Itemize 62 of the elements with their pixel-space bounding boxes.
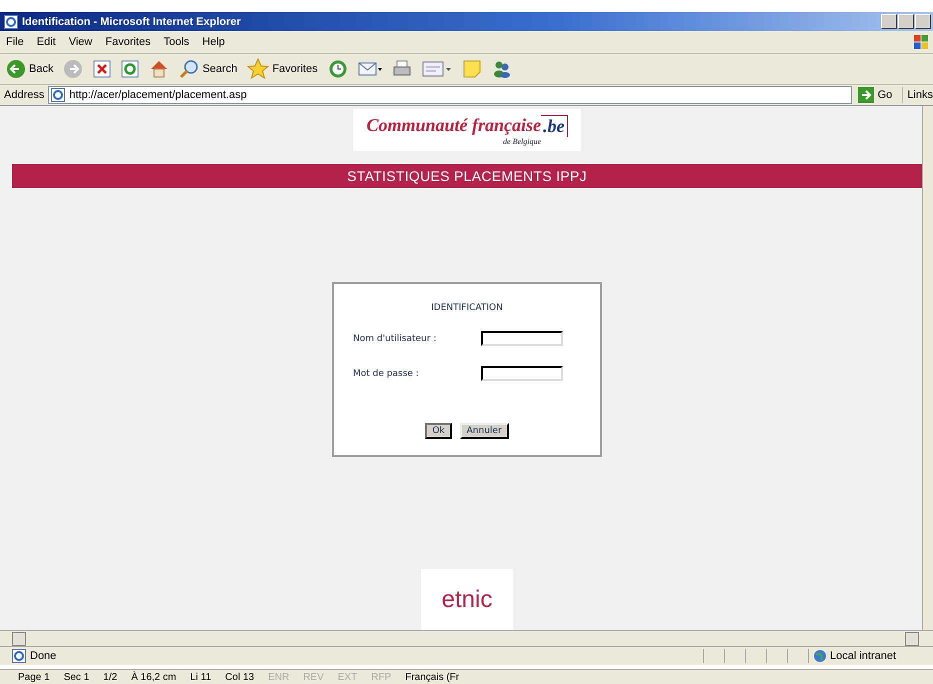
search-icon — [179, 59, 200, 79]
vertical-scrollbar[interactable] — [922, 106, 933, 630]
menu-item[interactable]: Favorites — [105, 36, 151, 48]
horizontal-scrollbar[interactable] — [0, 630, 933, 646]
menu-item[interactable]: Edit — [36, 36, 56, 48]
status-item: RFP — [371, 672, 392, 682]
address-field[interactable]: http://acer/placement/placement.asp — [48, 86, 852, 104]
toolbar-button[interactable]: Search — [177, 59, 240, 79]
input-field[interactable] — [481, 331, 563, 346]
page-icon — [12, 649, 26, 663]
go-button[interactable]: Go — [856, 87, 904, 103]
close-button[interactable] — [915, 14, 931, 29]
logo-subtitle: de Belgique — [503, 136, 541, 146]
zone-text: Local intranet — [830, 650, 896, 662]
menu-item[interactable]: Help — [202, 36, 225, 48]
toolbar-button[interactable]: Favorites — [245, 58, 320, 80]
status-item: EXT — [338, 672, 358, 682]
document-icon — [422, 59, 452, 79]
cancel-button[interactable]: Annuler — [460, 423, 509, 439]
footer-logo: etnic — [421, 569, 513, 630]
minimize-button[interactable] — [881, 14, 897, 29]
status-item: Page 1 — [18, 672, 50, 682]
people-icon — [492, 59, 512, 79]
menu-item[interactable]: Tools — [164, 36, 190, 48]
stop-icon — [93, 60, 112, 78]
status-item: REV — [303, 672, 324, 682]
status-item: ENR — [268, 672, 290, 682]
status-item: 1/2 — [103, 672, 118, 682]
window-title: Identification - Microsoft Internet Explorer — [22, 16, 242, 28]
page-icon — [51, 88, 66, 102]
status-item: Col 13 — [225, 672, 254, 682]
menu-item[interactable]: View — [68, 36, 92, 48]
toolbar-button[interactable]: Back — [4, 59, 56, 79]
house-icon — [149, 59, 170, 79]
clock-icon — [328, 59, 348, 79]
input-field[interactable] — [481, 366, 563, 381]
status-item: Français (Fr — [405, 672, 460, 682]
status-text: Done — [30, 650, 58, 662]
refresh-icon — [121, 60, 140, 78]
menu-item[interactable]: File — [6, 36, 24, 48]
browser-icon — [4, 14, 18, 28]
status-item: À 16,2 cm — [131, 672, 176, 682]
logo-suffix: .be — [541, 114, 568, 136]
star-icon — [247, 58, 270, 80]
ok-button[interactable]: Ok — [425, 423, 452, 439]
windows-flag-icon — [913, 34, 929, 50]
go-arrow-icon — [858, 87, 874, 103]
status-item: Sec 1 — [64, 672, 90, 682]
toolbar-button[interactable] — [119, 60, 142, 78]
globe-icon — [813, 649, 827, 663]
links-button[interactable]: Links — [907, 89, 933, 101]
field-label: Nom d'utilisateur : — [353, 334, 438, 344]
maximize-button[interactable] — [898, 14, 914, 29]
sticky-note-icon — [462, 59, 482, 79]
banner-title: STATISTIQUES PLACEMENTS IPPJ — [347, 168, 587, 184]
logo-text: Communauté française — [366, 115, 542, 136]
toolbar-button[interactable] — [91, 60, 114, 78]
toolbar-button[interactable] — [420, 59, 454, 79]
status-item: Li 11 — [190, 672, 212, 682]
address-label: Address — [4, 89, 44, 101]
field-label: Mot de passe : — [353, 368, 420, 378]
panel-title: IDENTIFICATION — [431, 303, 503, 313]
